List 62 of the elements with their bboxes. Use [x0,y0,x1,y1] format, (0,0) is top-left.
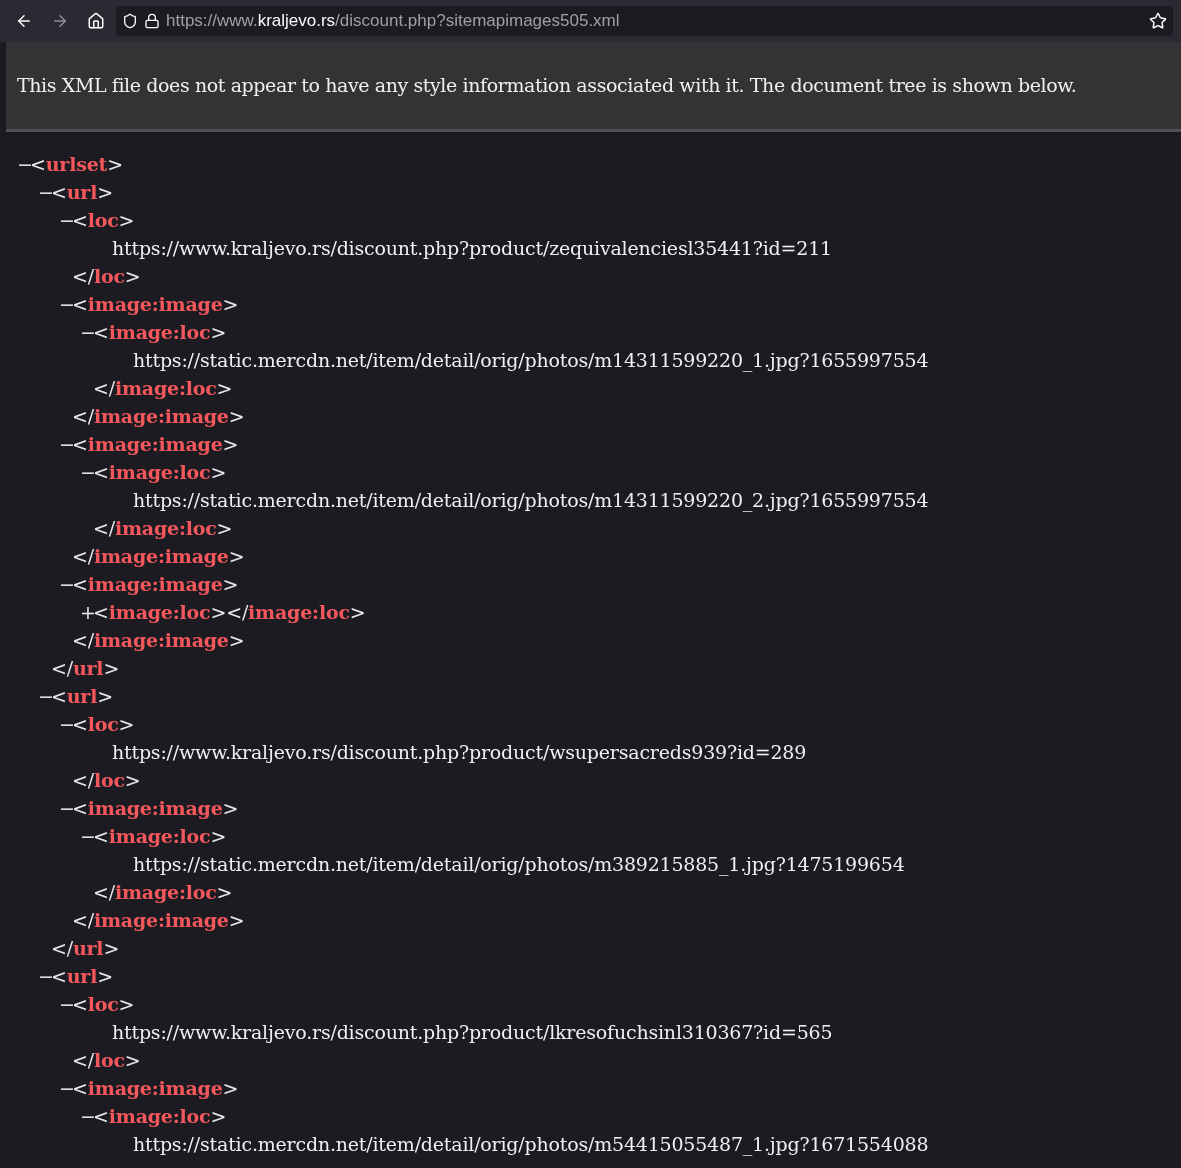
toggle-icon[interactable]: − [80,458,93,486]
xml-text: https://www.kraljevo.rs/discount.php?product/lkresofuchsinl310367?id=565 [112,1021,833,1043]
toggle-icon[interactable]: − [59,1074,72,1102]
home-icon[interactable] [87,12,105,30]
xml-tag: <image:loc> [93,601,227,623]
lock-icon[interactable] [144,13,160,29]
xml-text: https://static.mercdn.net/item/detail/orig/photos/m389215885_1.jpg?1475199654 [133,853,905,875]
toggle-icon[interactable]: − [80,318,93,346]
xml-tag: </image:image> [72,545,245,567]
xml-tag: </image:image> [72,629,245,651]
bookmark-star-icon[interactable] [1149,12,1167,30]
xml-tag: </url> [51,657,120,679]
xml-tag: </url> [51,937,120,959]
address-bar[interactable]: https://www.kraljevo.rs/discount.php?sitemapimages505.xml [116,6,1173,36]
xml-tag: </image:loc> [226,601,366,623]
toggle-icon[interactable]: − [59,710,72,738]
shield-icon[interactable] [122,13,138,29]
xml-text: https://static.mercdn.net/item/detail/orig/photos/m14311599220_1.jpg?1655997554 [133,349,929,371]
toggle-icon[interactable]: − [59,430,72,458]
xml-tag: </loc> [72,769,141,791]
xml-tag: </image:loc> [93,517,233,539]
xml-tag: <url> [51,965,113,987]
toggle-icon[interactable]: − [80,1102,93,1130]
toggle-icon[interactable]: − [38,682,51,710]
toggle-icon[interactable]: − [59,794,72,822]
xml-tag: </loc> [72,265,141,287]
xml-tag: <image:image> [72,293,239,315]
url-text[interactable]: https://www.kraljevo.rs/discount.php?sitemapimages505.xml [166,8,620,34]
xml-tag: <image:image> [72,433,239,455]
toggle-icon[interactable]: − [80,822,93,850]
toggle-icon[interactable]: − [38,178,51,206]
xml-tag: <loc> [72,993,135,1015]
toggle-icon[interactable]: − [17,150,30,178]
toggle-icon[interactable]: − [59,570,72,598]
xml-tag: </image:loc> [93,881,233,903]
toggle-icon[interactable]: − [59,206,72,234]
xml-text: https://static.mercdn.net/item/detail/orig/photos/m14311599220_2.jpg?1655997554 [133,489,929,511]
xml-tag: <image:image> [72,797,239,819]
xml-tag: <image:image> [72,1077,239,1099]
xml-text: https://www.kraljevo.rs/discount.php?product/wsupersacreds939?id=289 [112,741,807,763]
xml-text: https://static.mercdn.net/item/detail/orig/photos/m54415055487_1.jpg?1671554088 [133,1133,929,1155]
xml-tag: <image:loc> [93,1105,227,1127]
xml-tag: <image:image> [72,573,239,595]
xml-tag: </image:loc> [93,377,233,399]
toggle-icon[interactable]: − [59,990,72,1018]
xml-notice-text: This XML file does not appear to have any style information associated with it. The document tree is shown below. [17,73,1077,99]
xml-tag: <image:loc> [93,321,227,343]
xml-text: https://www.kraljevo.rs/discount.php?product/zequivalenciesl35441?id=211 [112,237,832,259]
forward-arrow-icon[interactable] [51,12,69,30]
toggle-icon[interactable]: − [59,290,72,318]
toggle-icon[interactable]: + [80,598,93,626]
toggle-icon[interactable]: − [38,962,51,990]
xml-tag: <loc> [72,209,135,231]
xml-tag: </loc> [72,1049,141,1071]
xml-tag: <loc> [72,713,135,735]
xml-tag: <url> [51,181,113,203]
xml-tag: <urlset> [30,153,123,175]
xml-tag: <url> [51,685,113,707]
xml-tag: </image:image> [72,405,245,427]
xml-tag: <image:loc> [93,461,227,483]
xml-tag: <image:loc> [93,825,227,847]
xml-tag: </image:image> [72,909,245,931]
